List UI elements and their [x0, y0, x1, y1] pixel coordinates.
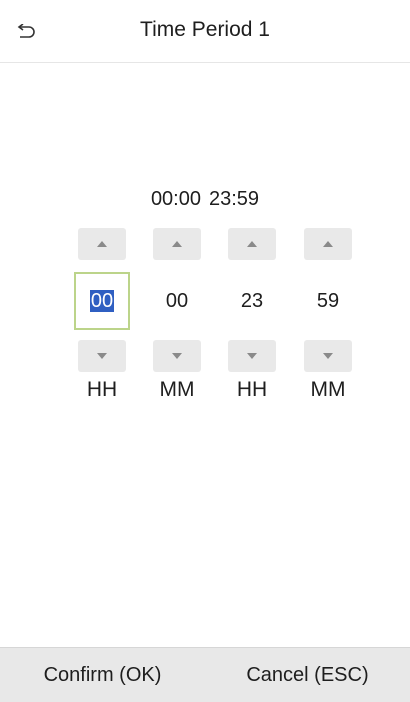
arrow-down-icon	[323, 353, 333, 359]
arrow-up-icon	[172, 241, 182, 247]
end-hour-spinner: 23 HH	[224, 228, 280, 401]
end-hour-unit-label: HH	[236, 378, 268, 401]
time-period-screen: Time Period 1 00:00 23:59 00 HH 00 MM 23	[0, 0, 410, 702]
arrow-down-icon	[247, 353, 257, 359]
range-end: 23:59	[209, 188, 260, 210]
header-bar: Time Period 1	[0, 0, 410, 63]
arrow-down-icon	[172, 353, 182, 359]
cancel-button[interactable]: Cancel (ESC)	[205, 648, 410, 702]
start-minute-unit-label: MM	[159, 378, 195, 401]
end-minute-up-button[interactable]	[304, 228, 352, 260]
start-hour-spinner: 00 HH	[74, 228, 130, 401]
footer-bar: Confirm (OK) Cancel (ESC)	[0, 647, 410, 702]
arrow-up-icon	[247, 241, 257, 247]
page-title: Time Period 1	[140, 18, 270, 41]
end-hour-down-button[interactable]	[228, 340, 276, 372]
start-hour-field[interactable]: 00	[74, 272, 130, 330]
arrow-up-icon	[323, 241, 333, 247]
end-minute-spinner: 59 MM	[300, 228, 356, 401]
arrow-up-icon	[97, 241, 107, 247]
start-minute-down-button[interactable]	[153, 340, 201, 372]
end-hour-up-button[interactable]	[228, 228, 276, 260]
end-minute-down-button[interactable]	[304, 340, 352, 372]
range-start: 00:00	[150, 188, 201, 210]
start-hour-value: 00	[89, 290, 115, 312]
end-minute-field[interactable]: 59	[300, 272, 356, 330]
start-minute-spinner: 00 MM	[149, 228, 205, 401]
end-minute-unit-label: MM	[310, 378, 346, 401]
back-button[interactable]	[6, 14, 46, 50]
start-minute-field[interactable]: 00	[149, 272, 205, 330]
confirm-button[interactable]: Confirm (OK)	[0, 648, 205, 702]
end-hour-field[interactable]: 23	[224, 272, 280, 330]
start-hour-unit-label: HH	[86, 378, 118, 401]
arrow-down-icon	[97, 353, 107, 359]
start-hour-up-button[interactable]	[78, 228, 126, 260]
time-range-summary: 00:00 23:59	[0, 188, 410, 211]
back-arrow-icon	[15, 24, 37, 40]
start-minute-up-button[interactable]	[153, 228, 201, 260]
start-hour-down-button[interactable]	[78, 340, 126, 372]
